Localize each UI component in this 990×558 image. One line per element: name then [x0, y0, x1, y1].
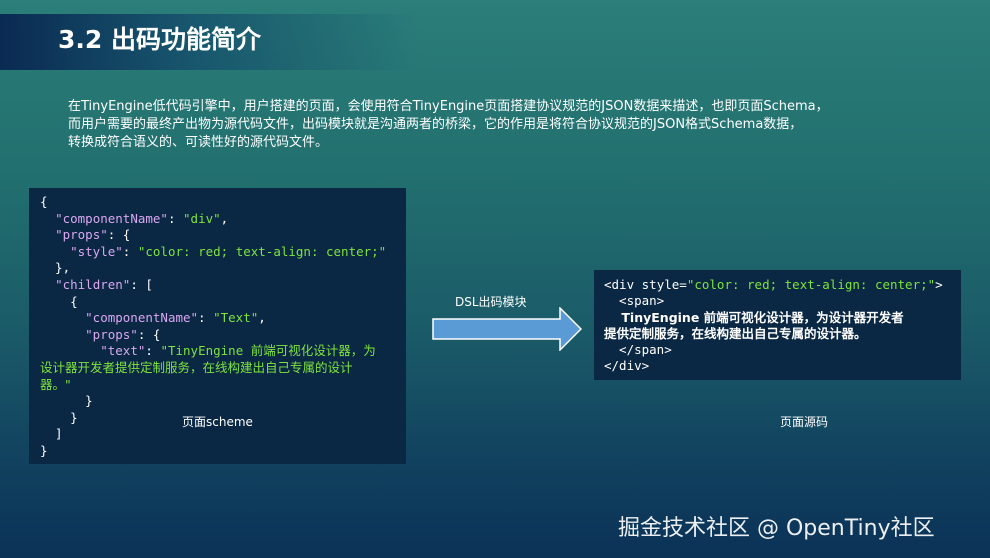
description-line: 而用户需要的最终产出物为源代码文件，出码模块就是沟通两者的桥梁，它的作用是将符合… [68, 117, 803, 132]
code-line: "props": { [55, 227, 131, 243]
code-line: } [40, 393, 93, 409]
code-line: "componentName": "div", [55, 210, 229, 226]
code-line: "text": "TinyEngine 前端可视化设计器，为 [100, 343, 376, 359]
code-line: } [40, 442, 48, 458]
code-line: { [40, 194, 48, 209]
code-line: </span> [604, 342, 672, 358]
code-line: "style": "color: red; text-align: center… [70, 243, 387, 259]
code-line: 器。" [40, 376, 71, 392]
code-line: "componentName": "Text", [85, 310, 266, 326]
code-line: "children": [ [55, 276, 153, 292]
slide-title: 3.2 出码功能简介 [58, 25, 261, 54]
code-line: <div style="color: red; text-align: cent… [604, 277, 943, 292]
description-line: 在TinyEngine低代码引擎中，用户搭建的页面，会使用符合TinyEngin… [68, 99, 829, 114]
source-code-block: <div style="color: red; text-align: cent… [594, 270, 961, 380]
code-line: "props": { [85, 326, 161, 342]
right-arrow-icon [432, 307, 582, 351]
code-line: { [40, 293, 78, 309]
code-line: 设计器开发者提供定制服务，在线构建出自己专属的设计 [40, 359, 353, 375]
description: 在TinyEngine低代码引擎中，用户搭建的页面，会使用符合TinyEngin… [68, 98, 868, 152]
code-line: 提供定制服务，在线构建出自己专属的设计器。 [604, 325, 867, 341]
source-caption: 页面源码 [780, 415, 829, 429]
schema-caption: 页面scheme [182, 415, 253, 429]
code-line: TinyEngine 前端可视化设计器，为设计器开发者 [604, 309, 904, 325]
watermark: 掘金技术社区 @ OpenTiny社区 [618, 516, 935, 541]
code-line: }, [40, 260, 71, 276]
code-line: </div> [604, 358, 650, 374]
description-line: 转换成符合语义的、可读性好的源代码文件。 [68, 135, 329, 150]
code-line: <span> [604, 293, 665, 309]
